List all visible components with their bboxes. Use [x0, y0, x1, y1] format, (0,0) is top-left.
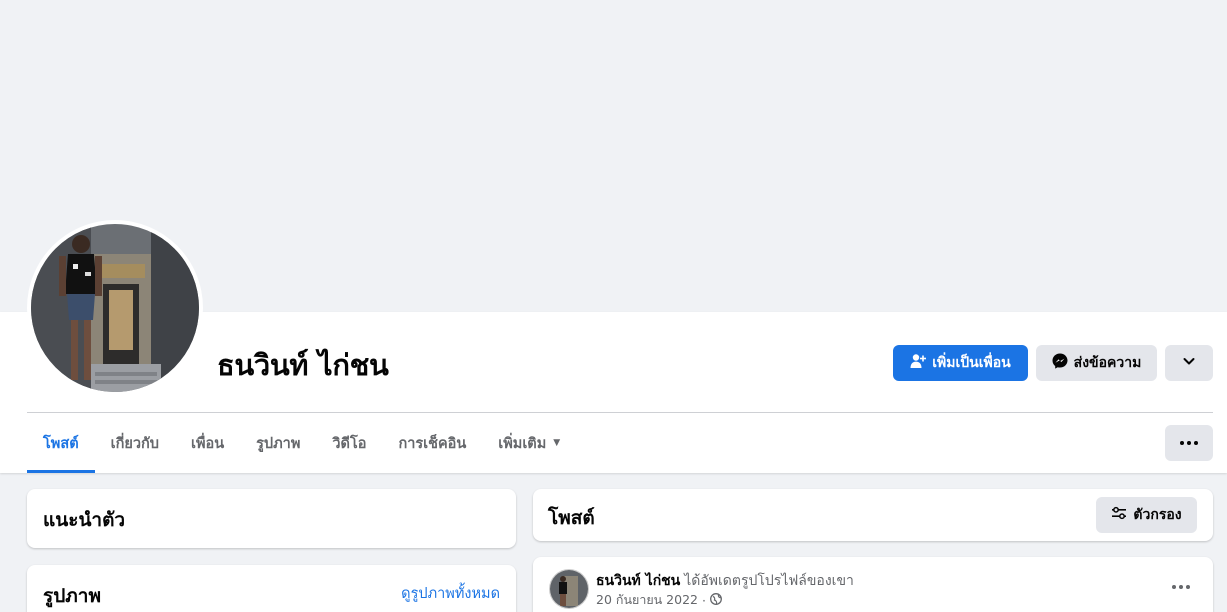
add-friend-label: เพิ่มเป็นเพื่อน: [932, 355, 1011, 371]
profile-picture[interactable]: [27, 220, 203, 396]
filter-label: ตัวกรอง: [1133, 507, 1182, 523]
profile-picture-image: [31, 224, 199, 392]
post-options-button[interactable]: [1163, 569, 1199, 605]
intro-card: แนะนำตัว: [27, 489, 516, 548]
post-date[interactable]: 20 กันยายน 2022: [596, 590, 698, 610]
add-friend-icon: [910, 353, 927, 373]
post-card: ธนวินท์ ไก่ชน ได้อัพเดตรูปโปรไฟล์ของเขา 2…: [533, 557, 1213, 612]
tab-label: วิดีโอ: [332, 435, 367, 452]
tab-videos[interactable]: วิดีโอ: [316, 413, 382, 473]
message-button[interactable]: ส่งข้อความ: [1036, 345, 1157, 381]
meta-separator: ·: [702, 592, 706, 608]
tab-more[interactable]: เพิ่มเติม ▼: [482, 413, 576, 473]
tab-friends[interactable]: เพื่อน: [175, 413, 240, 473]
message-label: ส่งข้อความ: [1073, 355, 1142, 371]
photos-card: รูปภาพ ดูรูปภาพทั้งหมด: [27, 565, 516, 612]
tab-label: รูปภาพ: [256, 435, 301, 452]
tab-about[interactable]: เกี่ยวกับ: [95, 413, 175, 473]
tab-label: โพสต์: [43, 435, 79, 452]
tab-label: การเช็คอิน: [398, 435, 467, 452]
intro-title: แนะนำตัว: [43, 509, 126, 531]
messenger-icon: [1052, 353, 1068, 373]
profile-name: ธนวินท์ ไก่ชน: [217, 348, 389, 382]
post-author-avatar[interactable]: [549, 569, 589, 609]
filter-icon: [1111, 505, 1127, 525]
photos-title: รูปภาพ: [43, 585, 101, 607]
post-action-text: ได้อัพเดตรูปโปรไฟล์ของเขา: [684, 573, 854, 589]
more-icon: [1180, 441, 1198, 445]
post-author[interactable]: ธนวินท์ ไก่ชน: [596, 573, 680, 589]
post-headline: ธนวินท์ ไก่ชน ได้อัพเดตรูปโปรไฟล์ของเขา: [596, 570, 854, 592]
add-friend-button[interactable]: เพิ่มเป็นเพื่อน: [893, 345, 1028, 381]
tab-label: เกี่ยวกับ: [110, 435, 159, 452]
post-meta: 20 กันยายน 2022 ·: [596, 590, 722, 610]
posts-title: โพสต์: [548, 507, 595, 529]
tabs-more-button[interactable]: [1165, 425, 1213, 461]
tab-checkins[interactable]: การเช็คอิน: [382, 413, 482, 473]
tab-photos[interactable]: รูปภาพ: [240, 413, 316, 473]
filter-button[interactable]: ตัวกรอง: [1096, 497, 1197, 533]
caret-down-icon: ▼: [553, 438, 561, 448]
tab-posts[interactable]: โพสต์: [27, 413, 95, 473]
globe-icon: [710, 592, 722, 608]
profile-tabs: โพสต์ เกี่ยวกับ เพื่อน รูปภาพ วิดีโอ การ…: [27, 413, 576, 473]
tab-label: เพื่อน: [190, 435, 225, 452]
profile-options-button[interactable]: [1165, 345, 1213, 381]
tab-label: เพิ่มเติม: [498, 435, 547, 452]
chevron-down-icon: [1182, 354, 1196, 372]
more-icon: [1172, 585, 1190, 589]
see-all-photos-link[interactable]: ดูรูปภาพทั้งหมด: [401, 582, 500, 605]
